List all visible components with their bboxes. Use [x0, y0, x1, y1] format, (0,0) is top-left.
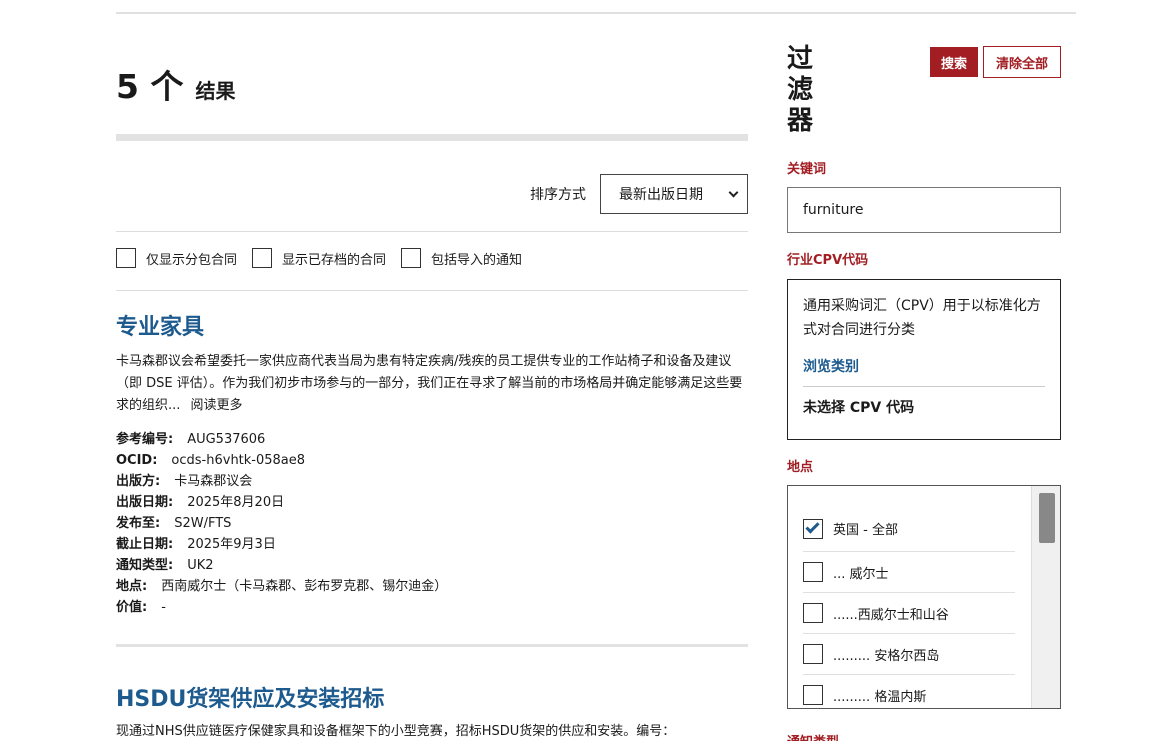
meta-reference: 参考编号: AUG537606 [116, 432, 266, 447]
results-count: 5 个 [116, 67, 184, 106]
checkbox-label: 仅显示分包合同 [146, 252, 238, 268]
location-option-west-wales[interactable]: ......西威尔士和山谷 [803, 593, 1015, 634]
location-option-uk-all[interactable]: 英国 - 全部 [803, 506, 1015, 552]
divider [116, 290, 748, 291]
sort-label: 排序方式 [530, 187, 586, 203]
divider [116, 231, 748, 232]
meta-ocid: OCID: ocds-h6vhtk-058ae8 [116, 453, 306, 468]
meta-deadline: 截止日期: 2025年9月3日 [116, 537, 276, 552]
scrollbar-thumb[interactable] [1039, 493, 1055, 543]
location-options: 英国 - 全部 ... 威尔士 ......西威尔士和山谷 ......... … [803, 506, 1015, 708]
checkbox[interactable] [252, 248, 273, 268]
browse-categories-link[interactable]: 浏览类别 [803, 356, 1045, 376]
meta-published-to: 发布至: S2W/FTS [116, 516, 232, 531]
search-button[interactable]: 搜索 [930, 47, 978, 77]
notice-type-label: 通知类型 [787, 731, 839, 741]
divider [803, 386, 1045, 387]
checkbox[interactable] [803, 562, 823, 582]
clear-all-button[interactable]: 清除全部 [983, 46, 1061, 78]
result-description: 卡马森郡议会希望委托一家供应商代表当局为患有特定疾病/残疾的员工提供专业的工作站… [116, 351, 748, 417]
meta-location: 地点: 西南威尔士（卡马森郡、彭布罗克郡、锡尔迪金） [116, 579, 448, 594]
location-option-label: ... 威尔士 [833, 566, 889, 582]
contract-options: 仅显示分包合同 显示已存档的合同 包括导入的通知 [116, 248, 537, 268]
chevron-down-icon [728, 187, 739, 197]
results-heading: 5 个 结果 [116, 60, 235, 108]
checkbox[interactable] [116, 248, 136, 268]
location-option-label: ......... 格温内斯 [833, 689, 927, 705]
checkbox[interactable] [803, 685, 823, 705]
checkmark-icon [805, 518, 820, 534]
result-title-link[interactable]: 专业家具 [116, 309, 748, 341]
result-description: 现通过NHS供应链医疗保健家具和设备框架下的小型竞赛，招标HSDU货架的供应和安… [116, 724, 676, 739]
results-divider [116, 134, 748, 141]
location-option-anglesey[interactable]: ......... 安格尔西岛 [803, 634, 1015, 675]
checkbox-label: 包括导入的通知 [431, 252, 523, 268]
scrollbar[interactable] [1031, 486, 1060, 708]
location-option-label: ......西威尔士和山谷 [833, 607, 949, 623]
location-list[interactable]: 英国 - 全部 ... 威尔士 ......西威尔士和山谷 ......... … [787, 485, 1061, 709]
meta-publish-date: 出版日期: 2025年8月20日 [116, 495, 285, 510]
meta-value: 价值: - [116, 600, 166, 615]
sort-row: 排序方式 最新出版日期 [116, 174, 748, 214]
checkbox-label: 显示已存档的合同 [282, 252, 387, 268]
result-item: 专业家具 卡马森郡议会希望委托一家供应商代表当局为患有特定疾病/残疾的员工提供专… [116, 309, 748, 618]
read-more-link[interactable]: 阅读更多 [191, 398, 243, 413]
cpv-panel: 通用采购词汇（CPV）用于以标准化方式对合同进行分类 浏览类别 未选择 CPV … [787, 279, 1061, 440]
result-item: HSDU货架供应及安装招标 现通过NHS供应链医疗保健家具和设备框架下的小型竞赛… [116, 681, 748, 741]
keyword-label: 关键词 [787, 162, 827, 177]
meta-notice-type: 通知类型: UK2 [116, 558, 214, 573]
cpv-label: 行业CPV代码 [787, 253, 869, 268]
location-label: 地点 [787, 460, 814, 475]
location-option-label: ......... 安格尔西岛 [833, 648, 940, 664]
result-metadata: 参考编号: AUG537606 OCID: ocds-h6vhtk-058ae8 出… [116, 429, 748, 618]
option-imported[interactable]: 包括导入的通知 [401, 248, 522, 268]
checkbox[interactable] [803, 644, 823, 664]
sort-select[interactable]: 最新出版日期 [600, 174, 748, 214]
option-archived[interactable]: 显示已存档的合同 [252, 248, 386, 268]
cpv-description: 通用采购词汇（CPV）用于以标准化方式对合同进行分类 [803, 298, 1041, 338]
location-option-gwynedd[interactable]: ......... 格温内斯 [803, 675, 1015, 708]
location-option-label: 英国 - 全部 [833, 523, 898, 538]
keyword-input[interactable]: furniture [787, 187, 1061, 233]
checkbox[interactable] [803, 603, 823, 623]
location-option-wales[interactable]: ... 威尔士 [803, 552, 1015, 593]
checkbox[interactable] [401, 248, 422, 268]
cpv-selection-status: 未选择 CPV 代码 [803, 400, 915, 416]
sort-selected-value: 最新出版日期 [619, 187, 703, 203]
result-divider [116, 644, 748, 647]
result-title-link[interactable]: HSDU货架供应及安装招标 [116, 681, 748, 713]
option-subcontracts[interactable]: 仅显示分包合同 [116, 248, 237, 268]
top-divider [116, 12, 1076, 14]
meta-publisher: 出版方: 卡马森郡议会 [116, 474, 253, 489]
filters-title: 过滤器 [787, 44, 814, 136]
checkbox-checked[interactable] [803, 518, 823, 539]
results-label: 结果 [195, 79, 236, 103]
